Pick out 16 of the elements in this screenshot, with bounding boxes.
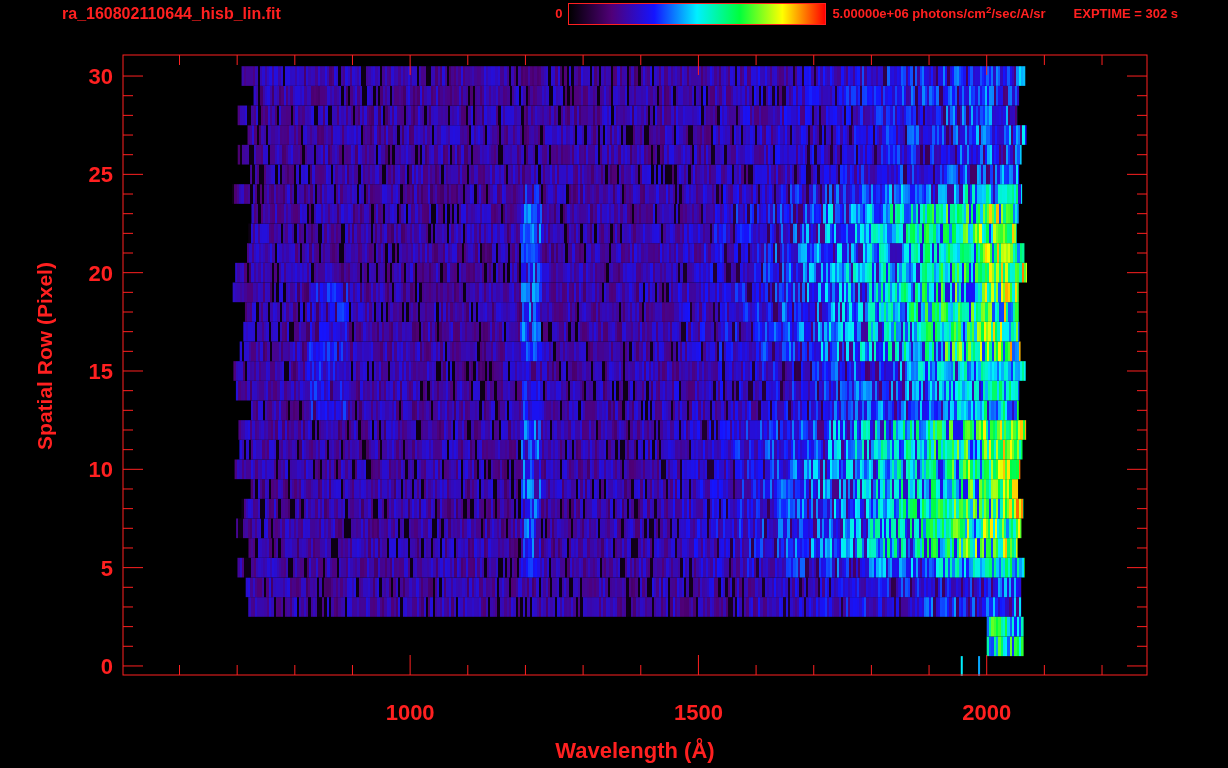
file-title: ra_160802110644_hisb_lin.fit bbox=[62, 4, 281, 24]
x-tick-label: 1000 bbox=[385, 700, 435, 725]
x-axis-title: Wavelength (Å) bbox=[555, 738, 715, 763]
x-tick-label: 1500 bbox=[673, 700, 723, 725]
x-tick-label: 2000 bbox=[962, 700, 1012, 725]
colorbar-min-label: 0 bbox=[555, 5, 563, 24]
y-tick-label: 10 bbox=[88, 457, 113, 483]
y-tick-label: 30 bbox=[88, 64, 113, 90]
exposure-label: EXPTIME = 302 s bbox=[1073, 5, 1178, 24]
y-tick-label: 20 bbox=[88, 260, 113, 286]
y-tick-label: 0 bbox=[100, 653, 113, 679]
colorbar-max-label: 5.00000e+06 photons/cm$^{2}$/sec/A/sr bbox=[832, 4, 1046, 24]
y-axis-title: Spatial Row (Pixel) bbox=[33, 262, 56, 450]
y-tick-label: 5 bbox=[100, 555, 113, 581]
y-tick-label: 15 bbox=[88, 359, 113, 384]
y-tick-label: 25 bbox=[88, 162, 113, 188]
